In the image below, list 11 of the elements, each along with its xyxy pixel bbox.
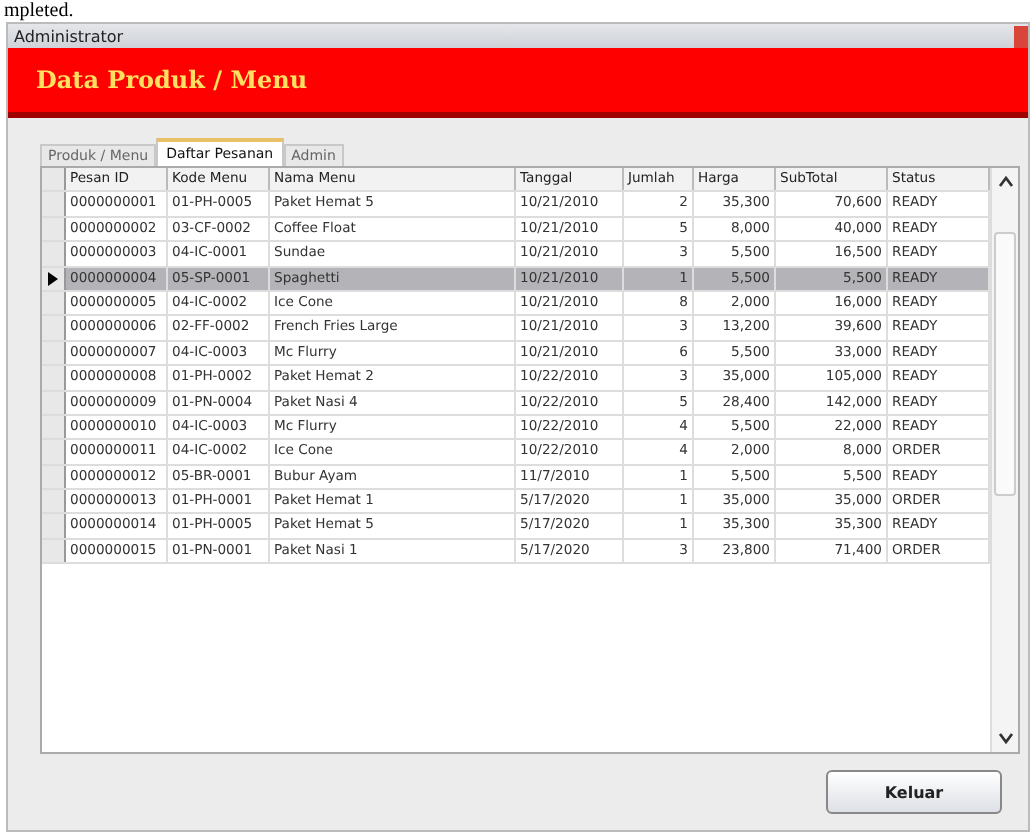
row-pointer-icon [48, 271, 58, 286]
scroll-thumb[interactable] [994, 232, 1016, 496]
row-header[interactable] [42, 267, 66, 290]
scrollbar[interactable] [990, 168, 1018, 752]
exit-button[interactable]: Keluar [826, 770, 1002, 814]
close-icon[interactable] [1014, 25, 1028, 47]
page-text: mpleted. [2, 0, 74, 22]
scroll-up-icon[interactable] [995, 172, 1015, 192]
scroll-down-icon[interactable] [995, 728, 1015, 748]
window-title: Administrator [14, 27, 124, 45]
header-title: Data Produk / Menu [36, 66, 308, 94]
